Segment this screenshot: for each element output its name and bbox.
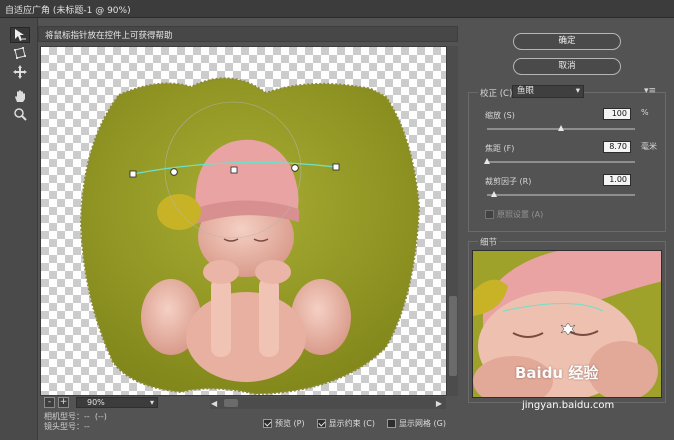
zoom-out-button[interactable]: -: [44, 397, 55, 408]
preview-checkbox[interactable]: 预览 (P): [263, 418, 305, 429]
zoom-select[interactable]: 90% ▾: [76, 397, 158, 408]
focal-length-slider-thumb[interactable]: [483, 158, 490, 164]
show-grid-checkbox[interactable]: 显示网格 (G): [386, 418, 446, 429]
move-tool-icon[interactable]: [10, 64, 30, 80]
zoom-tool-icon[interactable]: [10, 106, 30, 122]
vertical-scroll-thumb[interactable]: [449, 296, 457, 376]
horizontal-scroll-thumb[interactable]: [224, 399, 238, 407]
scale-unit: %: [641, 108, 649, 117]
focal-length-input[interactable]: 8.70: [603, 141, 631, 153]
scale-slider-thumb[interactable]: [557, 125, 564, 131]
camera-model: 相机型号：-- (--): [44, 412, 107, 421]
panel-menu-icon[interactable]: ▾≡: [644, 86, 656, 96]
constraint-tool-icon[interactable]: [10, 27, 30, 43]
baidu-watermark: Baidu 经验: [515, 364, 599, 382]
help-hint-bar: 将鼠标指针放在控件上可获得帮助: [38, 26, 458, 42]
checkbox-box[interactable]: [485, 210, 494, 219]
show-constraints-checkbox[interactable]: 显示约束 (C): [316, 418, 375, 429]
focal-length-unit: 毫米: [641, 142, 657, 151]
as-shot-label: 原照设置 (A): [497, 210, 544, 219]
cancel-button[interactable]: 取消: [513, 58, 621, 75]
view-options: 预览 (P) 显示约束 (C) 显示网格 (G): [263, 417, 446, 429]
scroll-right-icon[interactable]: ▶: [436, 399, 442, 408]
crop-factor-input[interactable]: 1.00: [603, 174, 631, 186]
polygon-constraint-tool-icon[interactable]: [10, 45, 30, 61]
zoom-in-button[interactable]: +: [58, 397, 69, 408]
ok-button[interactable]: 确定: [513, 33, 621, 50]
vertical-scrollbar[interactable]: [446, 46, 458, 396]
zoom-control: - + 90% ▾: [40, 397, 210, 409]
correction-value: 鱼眼: [517, 86, 535, 96]
show-constraints-label: 显示约束 (C): [328, 418, 375, 428]
horizontal-scrollbar[interactable]: ◀ ▶: [210, 397, 446, 409]
tool-bar: [0, 18, 38, 440]
lens-info: 相机型号：-- (--) 镜头型号：--: [44, 412, 107, 432]
watermark-url: jingyan.baidu.com: [522, 400, 615, 411]
scale-label: 缩放 (S): [485, 111, 515, 120]
chevron-down-icon: ▾: [575, 86, 580, 96]
chevron-down-icon: ▾: [149, 398, 154, 407]
zoom-value: 90%: [87, 398, 105, 407]
focal-length-slider-track[interactable]: [487, 161, 635, 163]
scroll-left-icon[interactable]: ◀: [211, 399, 217, 408]
scale-input[interactable]: 100: [603, 108, 631, 120]
show-grid-label: 显示网格 (G): [398, 418, 446, 428]
lens-model: 镜头型号：--: [44, 422, 90, 431]
window-title: 自适应广角 (未标题-1 @ 90%): [5, 6, 131, 16]
crop-factor-label: 裁剪因子 (R): [485, 177, 532, 186]
checkbox-box[interactable]: [316, 418, 326, 428]
preview-canvas[interactable]: [40, 46, 458, 396]
title-bar: 自适应广角 (未标题-1 @ 90%): [0, 0, 674, 18]
checkbox-box[interactable]: [386, 418, 396, 428]
warped-photo: [79, 77, 421, 395]
detail-label: 细节: [478, 236, 500, 248]
checkbox-box[interactable]: [263, 418, 272, 428]
hand-tool-icon[interactable]: [10, 88, 30, 104]
preview-label: 预览 (P): [275, 418, 305, 428]
focal-length-label: 焦距 (F): [485, 144, 515, 153]
crop-factor-slider-thumb[interactable]: [490, 191, 497, 197]
correction-select[interactable]: 鱼眼 ▾: [512, 85, 584, 98]
crop-factor-slider-track[interactable]: [487, 194, 635, 196]
as-shot-checkbox[interactable]: 原照设置 (A): [485, 209, 543, 220]
help-hint-text: 将鼠标指针放在控件上可获得帮助: [45, 31, 173, 41]
